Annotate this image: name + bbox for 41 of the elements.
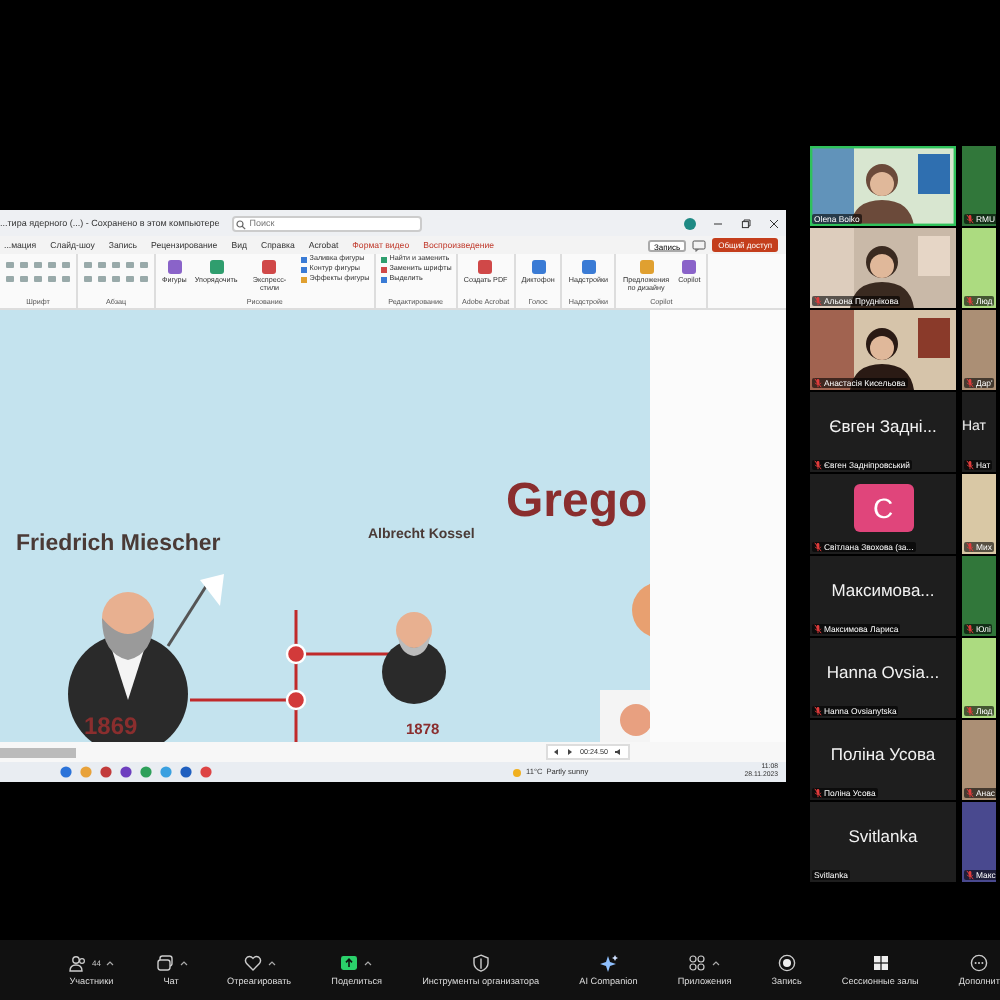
shape-icon xyxy=(680,258,699,276)
slide-title: Grego xyxy=(506,474,648,528)
scrollbar xyxy=(0,747,76,757)
participant-name: Поліна Усова xyxy=(830,744,936,764)
node-marker xyxy=(285,689,307,711)
shape-icon xyxy=(165,258,184,276)
participant-name: Максимова... xyxy=(831,580,935,600)
year-label: 1869 xyxy=(84,712,138,740)
participant-name: Hanna Ovsia... xyxy=(826,662,940,682)
restore-icon xyxy=(740,217,752,229)
more-icon xyxy=(970,954,989,972)
heart-icon xyxy=(243,954,262,972)
shape-icon xyxy=(637,258,656,276)
comment-icon xyxy=(692,239,707,251)
next-icon xyxy=(566,748,574,756)
record-icon xyxy=(777,954,796,972)
participant-name: Євген Задні... xyxy=(829,416,937,436)
previous-icon xyxy=(552,748,560,756)
minimize-icon xyxy=(712,217,724,229)
shape-icon xyxy=(476,258,495,276)
volume-icon xyxy=(614,748,624,756)
person-name: Friedrich Miescher xyxy=(16,532,221,556)
shape-icon xyxy=(529,258,548,276)
search-icon xyxy=(235,219,246,229)
shape-icon xyxy=(579,258,598,276)
person-figure xyxy=(382,612,446,704)
share-screen-icon xyxy=(340,954,359,972)
close-icon xyxy=(768,217,780,229)
sparkle-icon xyxy=(599,954,618,972)
participants-icon xyxy=(68,954,86,972)
shape-icon xyxy=(260,258,279,276)
sun-icon xyxy=(512,767,522,777)
node-marker xyxy=(285,643,307,665)
avatar-icon: С xyxy=(853,484,913,532)
avatar-icon xyxy=(684,217,696,229)
shape-icon xyxy=(207,258,226,276)
apps-icon xyxy=(688,954,707,972)
chat-icon xyxy=(155,954,173,972)
participant-name: Svitlanka xyxy=(848,826,918,846)
shield-icon xyxy=(471,954,490,972)
grid-icon xyxy=(871,954,890,972)
